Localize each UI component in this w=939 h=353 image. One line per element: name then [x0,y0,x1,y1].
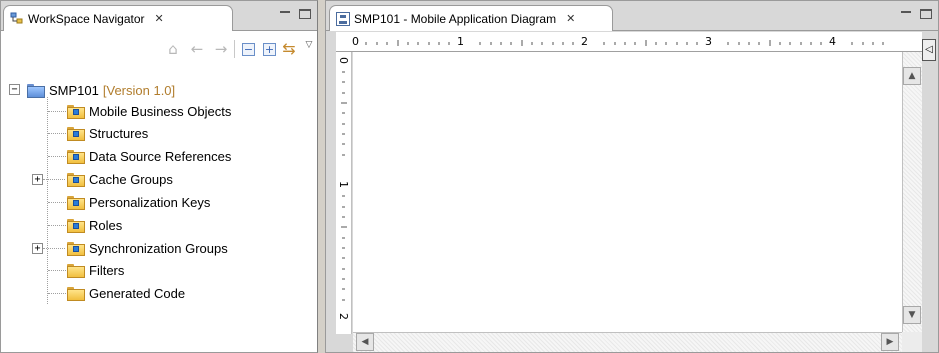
ruler-toggle-button[interactable]: ◁ [922,39,936,61]
tab-label: SMP101 - Mobile Application Diagram [354,11,557,26]
collapse-toggle[interactable]: − [9,84,20,95]
package-folder-icon [67,105,85,119]
ruler-label: 1 [457,35,464,48]
ruler-label: 2 [337,313,350,320]
tab-workspace-navigator[interactable]: WorkSpace Navigator ✕ [3,5,233,31]
link-with-editor-icon[interactable]: ⇆ [280,40,298,58]
tree-connector [43,179,65,180]
tree-item-filters[interactable]: Filters [67,259,124,281]
scroll-right-button[interactable]: ▶ [881,333,899,351]
close-icon[interactable]: ✕ [155,12,164,25]
ruler-label: 2 [581,35,588,48]
tree-item-label: Mobile Business Objects [89,103,232,119]
editor-window-controls [900,9,932,19]
workspace-navigator-panel: WorkSpace Navigator ✕ ⌂ ← → − + ⇆ ▽ − SM… [0,0,318,353]
vertical-ruler: 0 1 2 [336,52,352,334]
tree-connector [48,225,66,226]
back-arrow-icon[interactable]: ← [188,40,206,58]
tree-root-smp101[interactable]: − SMP101 [Version 1.0] [9,79,175,101]
ruler-label: 1 [337,181,350,188]
expand-all-icon[interactable]: + [263,43,276,56]
scroll-down-button[interactable]: ▼ [903,306,921,324]
horizontal-scrollbar[interactable]: ◀ ▶ [353,332,902,352]
tree-connector [48,270,66,271]
home-icon[interactable]: ⌂ [164,40,182,58]
tree-item-cache-groups[interactable]: Cache Groups [67,168,173,190]
tree-item-generated-code[interactable]: Generated Code [67,282,185,304]
package-folder-icon [67,173,85,187]
tree-item-label: Cache Groups [89,171,173,187]
tree-item-personalization-keys[interactable]: Personalization Keys [67,191,210,213]
folder-icon [67,264,85,278]
project-folder-icon [27,84,45,98]
minimize-button[interactable] [900,9,912,19]
scroll-left-button[interactable]: ◀ [356,333,374,351]
navigator-toolbar: ⌂ ← → − + ⇆ ▽ [1,32,317,64]
diagram-icon [336,11,350,26]
diagram-canvas[interactable] [353,52,912,332]
version-label: [Version 1.0] [102,82,176,98]
navigator-tabstrip: WorkSpace Navigator ✕ [1,1,317,31]
editor-tabstrip: SMP101 - Mobile Application Diagram ✕ [326,1,938,31]
tab-label: WorkSpace Navigator [28,11,145,26]
view-menu-icon[interactable]: ▽ [300,36,318,54]
tree-item-label: Roles [89,217,123,233]
tree-connector [43,248,65,249]
ruler-label: 0 [337,57,350,64]
maximize-button[interactable] [299,9,311,19]
expand-toggle[interactable]: + [32,174,43,185]
tree-connector [48,111,66,112]
tree-connector [48,156,66,157]
package-folder-icon [67,242,85,256]
scroll-up-button[interactable]: ▲ [903,67,921,85]
toolbar-separator [234,40,235,58]
tree-item-label: Generated Code [89,285,186,301]
tree-item-structures[interactable]: Structures [67,122,148,144]
collapse-all-icon[interactable]: − [242,43,255,56]
expand-toggle[interactable]: + [32,243,43,254]
diagram-editor-panel: SMP101 - Mobile Application Diagram ✕ 0 … [325,0,939,353]
minimize-button[interactable] [279,9,291,19]
tree-item-roles[interactable]: Roles [67,214,122,236]
horizontal-ruler: 0 1 2 3 4 [336,32,922,52]
tree-connector [48,293,66,294]
ruler-label: 4 [829,35,836,48]
tree-item-label: Filters [89,262,125,278]
tree-connector [48,133,66,134]
tree-item-label: Personalization Keys [89,194,211,210]
folder-icon [67,287,85,301]
package-folder-icon [67,196,85,210]
close-icon[interactable]: ✕ [566,12,575,25]
tree-item-data-source-references[interactable]: Data Source References [67,145,231,167]
view-window-controls [279,9,311,19]
tree-root-label: SMP101 [49,82,99,98]
scrollbar-corner [902,332,922,352]
tree-item-label: Structures [89,125,149,141]
package-folder-icon [67,150,85,164]
tab-mobile-application-diagram[interactable]: SMP101 - Mobile Application Diagram ✕ [329,5,613,31]
vertical-scrollbar[interactable]: ▲ ▼ [902,52,922,342]
tree-item-label: Synchronization Groups [89,240,228,256]
tree-connector [48,202,66,203]
package-folder-icon [67,219,85,233]
package-folder-icon [67,127,85,141]
ruler-label: 0 [352,35,359,48]
navigator-icon [10,12,24,26]
tree-connector [47,97,48,304]
forward-arrow-icon[interactable]: → [212,40,230,58]
tree-item-mobile-business-objects[interactable]: Mobile Business Objects [67,100,231,122]
ruler-label: 3 [705,35,712,48]
tree-item-synchronization-groups[interactable]: Synchronization Groups [67,237,228,259]
maximize-button[interactable] [920,9,932,19]
tree-item-label: Data Source References [89,148,232,164]
